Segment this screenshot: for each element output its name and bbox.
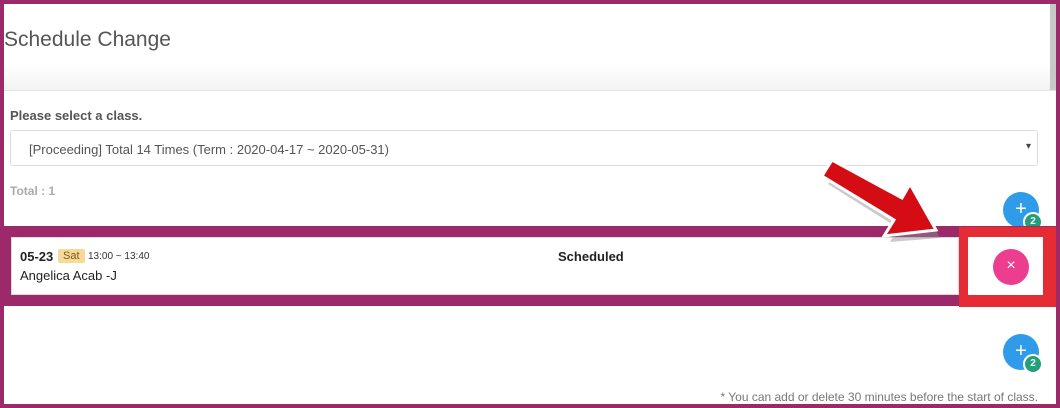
scrollbar[interactable] [1050,4,1056,90]
page-header: Schedule Change [4,4,1056,91]
row-date: 05-23 [20,249,54,264]
count-badge: 2 [1023,354,1043,374]
add-schedule-button-bottom[interactable]: + 2 [1003,334,1043,374]
total-count: Total : 1 [10,184,56,198]
cancel-schedule-button[interactable]: × [993,249,1029,285]
row-time: 13:00 ~ 13:40 [88,251,150,262]
row-status: Scheduled [558,249,624,264]
schedule-change-page: Schedule Change Please select a class. [… [4,4,1056,404]
caret-down-icon: ▾ [1025,141,1031,152]
add-schedule-button[interactable]: + 2 [1003,192,1043,232]
footnote: * You can add or delete 30 minutes befor… [720,390,1038,404]
class-select-value: [Proceeding] Total 14 Times (Term : 2020… [29,142,389,157]
close-icon: × [1006,257,1016,274]
pointer-arrow-icon [819,158,940,242]
page-title: Schedule Change [4,28,171,51]
day-badge: Sat [58,249,85,263]
row-teacher: Angelica Acab -J [20,268,117,283]
class-select-prompt: Please select a class. [10,108,143,123]
